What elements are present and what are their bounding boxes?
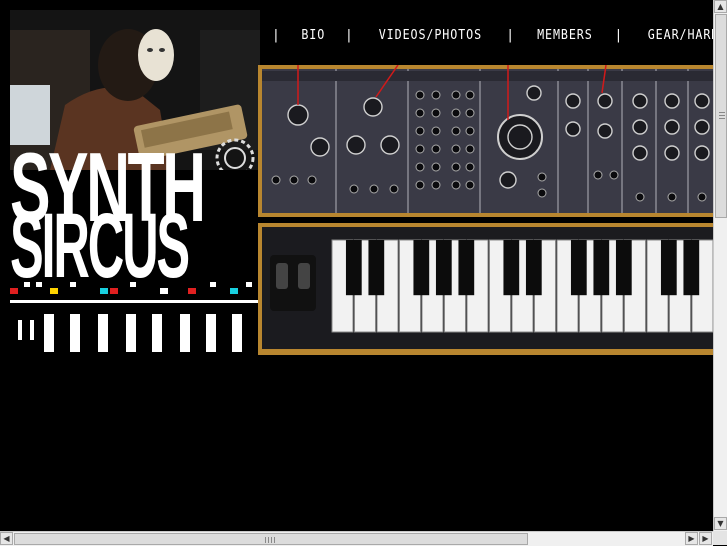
black-key (368, 240, 385, 296)
nav-members-link[interactable]: MEMBERS (537, 28, 593, 43)
vertical-scrollbar[interactable]: ▲ ▼ (713, 0, 727, 531)
band-logo: SYNTH SIRCUS (10, 10, 260, 355)
black-key (503, 240, 520, 296)
nav-videos-photos-link[interactable]: VIDEOS/PHOTOS (378, 28, 481, 43)
horizontal-scrollbar[interactable]: ◀ ▶ ▶ (0, 531, 713, 546)
black-key (413, 240, 430, 296)
scroll-left-icon[interactable]: ◀ (0, 532, 13, 545)
scrollbar-corner (713, 531, 727, 545)
page-viewport: SYNTH SIRCUS | BIO | VIDEOS/PHOTOS | MEM… (0, 0, 713, 531)
logo-equalizer-graphic (10, 282, 260, 352)
black-key (435, 240, 452, 296)
black-key (660, 240, 677, 296)
synthesizer-graphic (258, 65, 713, 355)
nav-separator: | (272, 28, 281, 43)
scroll-right-icon[interactable]: ▶ (685, 532, 698, 545)
black-key (615, 240, 632, 296)
scroll-right-icon[interactable]: ▶ (699, 532, 712, 545)
nav-separator: | (614, 28, 624, 43)
black-key (525, 240, 542, 296)
nav-separator: | (344, 28, 354, 43)
nav-separator: | (506, 28, 516, 43)
black-key (683, 240, 700, 296)
black-key (345, 240, 362, 296)
main-nav: | BIO | VIDEOS/PHOTOS | MEMBERS | GEAR/H… (262, 28, 713, 50)
black-key (570, 240, 587, 296)
scroll-down-icon[interactable]: ▼ (714, 517, 727, 530)
horizontal-scroll-thumb[interactable] (14, 533, 528, 545)
black-key (593, 240, 610, 296)
keyboard-keys (331, 239, 713, 333)
black-key (458, 240, 475, 296)
nav-gear-hardware-link[interactable]: GEAR/HARDWARE (648, 28, 713, 43)
nav-bio-link[interactable]: BIO (301, 28, 325, 43)
vertical-scroll-thumb[interactable] (715, 14, 727, 218)
scroll-up-icon[interactable]: ▲ (714, 0, 727, 13)
